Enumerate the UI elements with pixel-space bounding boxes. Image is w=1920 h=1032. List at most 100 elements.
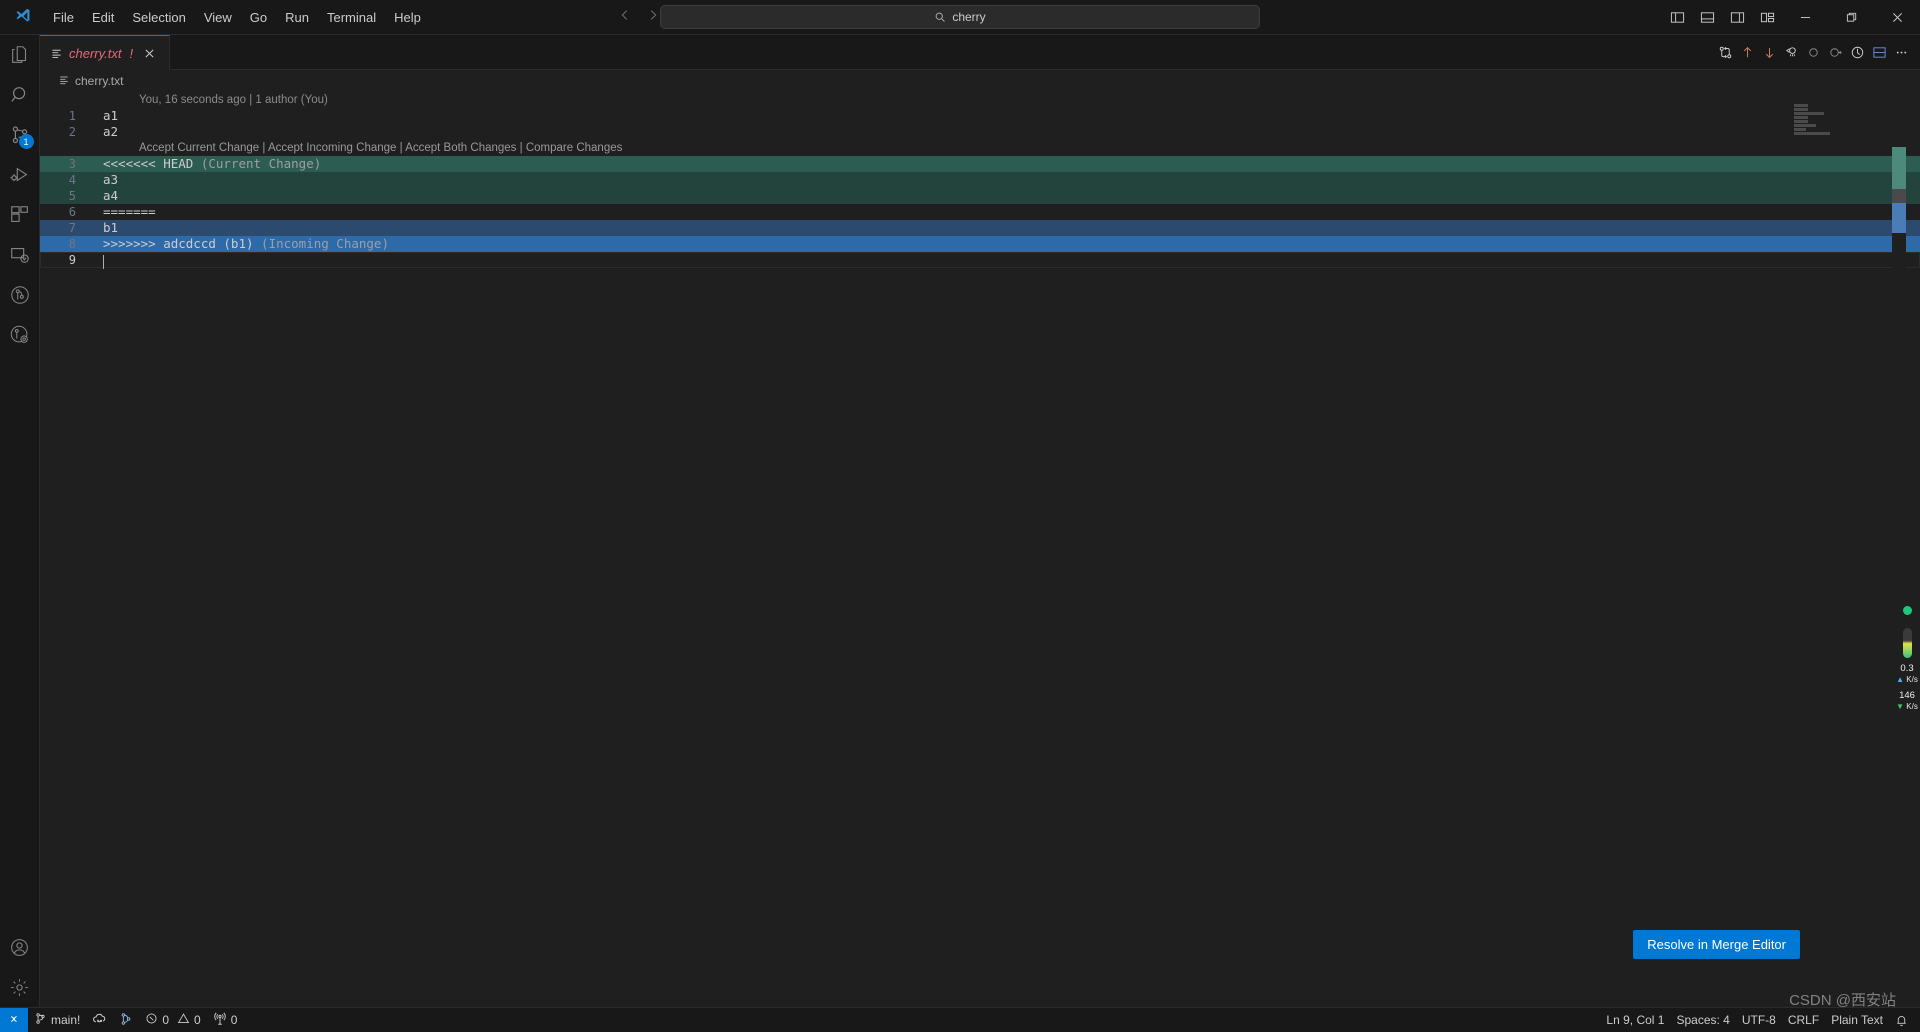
text-cursor xyxy=(103,255,104,269)
status-indentation[interactable]: Spaces: 4 xyxy=(1670,1008,1735,1032)
status-merge-changes[interactable] xyxy=(113,1008,139,1032)
git-compare-icon[interactable] xyxy=(1714,35,1736,70)
editor-line[interactable]: 2 a2 xyxy=(40,124,1920,140)
error-count: 0 xyxy=(162,1013,170,1027)
status-bar: main! 0 0 0 Ln 9, Col 1 Spaces: 4 UTF-8 … xyxy=(0,1007,1920,1032)
close-button[interactable] xyxy=(1874,0,1920,35)
circle-arrow-icon[interactable] xyxy=(1824,35,1846,70)
status-encoding[interactable]: UTF-8 xyxy=(1736,1008,1782,1032)
arrow-down-icon[interactable] xyxy=(1758,35,1780,70)
editor-line-conflict-separator[interactable]: 6 ======= xyxy=(40,204,1920,220)
menu-terminal[interactable]: Terminal xyxy=(318,7,385,28)
editor-line[interactable]: 1 a1 xyxy=(40,108,1920,124)
network-speed-widget: 0.3 ▲ K/s 146 ▼ K/s xyxy=(1894,600,1920,712)
toggle-secondary-sidebar-button[interactable] xyxy=(1722,0,1752,35)
activity-run-debug[interactable] xyxy=(0,155,40,195)
merge-conflict-codelens[interactable]: Accept Current Change | Accept Incoming … xyxy=(40,140,1920,156)
toggle-primary-sidebar-button[interactable] xyxy=(1662,0,1692,35)
source-control-badge: 1 xyxy=(18,134,34,149)
line-number: 4 xyxy=(68,173,76,187)
activity-settings[interactable] xyxy=(0,967,40,1007)
activity-explorer[interactable] xyxy=(0,35,40,75)
arrow-right-icon[interactable] xyxy=(646,8,660,27)
codelens-separator: | xyxy=(396,142,406,154)
menu-help[interactable]: Help xyxy=(385,7,430,28)
editor-line[interactable]: 7 b1 xyxy=(40,220,1920,236)
line-number: 9 xyxy=(68,253,76,267)
search-input[interactable]: cherry xyxy=(660,5,1260,29)
maximize-button[interactable] xyxy=(1828,0,1874,35)
menu-edit[interactable]: Edit xyxy=(83,7,123,28)
minimap[interactable] xyxy=(1786,92,1906,1007)
line-content: >>>>>>> adcdccd (b1) (Incoming Change) xyxy=(102,236,1920,252)
menu-go[interactable]: Go xyxy=(241,7,276,28)
vscode-logo-icon xyxy=(0,8,44,26)
remote-indicator[interactable] xyxy=(0,1007,28,1032)
tab-label: cherry.txt xyxy=(69,45,122,61)
text-file-icon xyxy=(58,74,70,89)
status-sync[interactable] xyxy=(86,1008,113,1032)
source-control-icon[interactable] xyxy=(1780,35,1802,70)
breadcrumb[interactable]: cherry.txt xyxy=(40,70,1920,92)
arrow-up-icon: ▲ xyxy=(1896,675,1905,684)
editor-line-active[interactable]: 9 xyxy=(40,252,1920,269)
split-editor-down-icon[interactable] xyxy=(1868,35,1890,70)
status-branch[interactable]: main! xyxy=(28,1008,86,1032)
incoming-change-hint: (Incoming Change) xyxy=(261,236,389,251)
activity-bar-bottom xyxy=(0,927,40,1007)
menu-file[interactable]: File xyxy=(44,7,83,28)
circle-icon[interactable] xyxy=(1802,35,1824,70)
editor-line[interactable]: 5 a4 xyxy=(40,188,1920,204)
menu-selection[interactable]: Selection xyxy=(123,7,194,28)
accept-incoming-change-link[interactable]: Accept Incoming Change xyxy=(268,142,397,154)
editor-line[interactable]: 4 a3 xyxy=(40,172,1920,188)
radio-tower-icon xyxy=(213,1012,227,1029)
tab-close-icon[interactable] xyxy=(139,43,159,63)
line-number: 3 xyxy=(68,157,76,171)
status-cursor-position[interactable]: Ln 9, Col 1 xyxy=(1600,1008,1670,1032)
editor-line-conflict-incoming-header[interactable]: 8 >>>>>>> adcdccd (b1) (Incoming Change) xyxy=(40,236,1920,252)
network-upload: 0.3 ▲ K/s xyxy=(1896,663,1918,685)
ellipsis-icon[interactable] xyxy=(1890,35,1912,70)
status-problems[interactable]: 0 0 xyxy=(139,1008,206,1032)
line-content: a2 xyxy=(103,124,119,139)
activity-source-control[interactable]: 1 xyxy=(0,115,40,155)
overview-ruler[interactable] xyxy=(1892,92,1906,1007)
status-language-mode[interactable]: Plain Text xyxy=(1825,1008,1889,1032)
network-status-dot xyxy=(1902,606,1912,615)
activity-accounts[interactable] xyxy=(0,927,40,967)
compare-changes-link[interactable]: Compare Changes xyxy=(526,142,623,154)
text-file-icon xyxy=(50,47,63,60)
arrow-up-icon[interactable] xyxy=(1736,35,1758,70)
menu-bar: File Edit Selection View Go Run Terminal… xyxy=(44,7,430,28)
clock-icon[interactable] xyxy=(1846,35,1868,70)
editor-line-conflict-current-header[interactable]: 3 <<<<<<< HEAD (Current Change) xyxy=(40,156,1920,172)
activity-extensions[interactable] xyxy=(0,195,40,235)
activity-search[interactable] xyxy=(0,75,40,115)
line-content: a3 xyxy=(103,172,119,187)
minimize-button[interactable] xyxy=(1782,0,1828,35)
line-content xyxy=(102,252,1920,269)
resolve-in-merge-editor-button[interactable]: Resolve in Merge Editor xyxy=(1633,930,1800,959)
editor-content[interactable]: You, 16 seconds ago | 1 author (You) 1 a… xyxy=(40,92,1920,1007)
menu-run[interactable]: Run xyxy=(276,7,318,28)
toggle-panel-button[interactable] xyxy=(1692,0,1722,35)
customize-layout-button[interactable] xyxy=(1752,0,1782,35)
ports-count: 0 xyxy=(230,1013,238,1027)
download-value: 146 xyxy=(1899,690,1915,701)
status-notifications[interactable] xyxy=(1889,1008,1914,1032)
accept-current-change-link[interactable]: Accept Current Change xyxy=(139,142,259,154)
activity-git-graph[interactable] xyxy=(0,275,40,315)
tab-conflict-marker: ! xyxy=(129,45,134,61)
editor-area: cherry.txt ! cherry.txt You, 16 seconds … xyxy=(40,35,1920,1007)
status-ports[interactable]: 0 xyxy=(207,1008,244,1032)
breadcrumb-path[interactable]: cherry.txt xyxy=(75,74,123,88)
tab-cherry-txt[interactable]: cherry.txt ! xyxy=(40,35,171,70)
status-eol[interactable]: CRLF xyxy=(1782,1008,1825,1032)
arrow-left-icon[interactable] xyxy=(618,8,632,27)
menu-view[interactable]: View xyxy=(195,7,241,28)
activity-git-history[interactable] xyxy=(0,315,40,355)
accept-both-changes-link[interactable]: Accept Both Changes xyxy=(405,142,516,154)
conflict-marker-incoming: >>>>>>> adcdccd (b1) xyxy=(103,236,262,251)
activity-remote-explorer[interactable] xyxy=(0,235,40,275)
